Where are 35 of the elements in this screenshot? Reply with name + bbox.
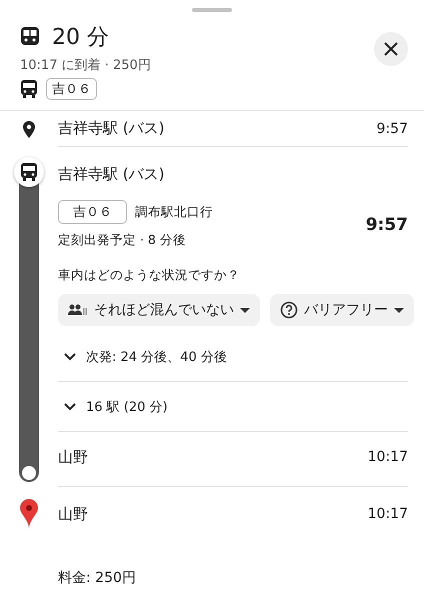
feedback-chip[interactable]: バリアフリー [270,294,414,326]
headsign: 調布駅北口行 [135,204,213,220]
stop-name: 吉祥寺駅 (バス) [58,165,166,184]
stop-time: 10:17 [368,506,408,522]
expand-toggle[interactable]: 16 駅 (20 分) [58,382,408,432]
route-badge: 吉０６ [58,200,127,224]
location-pin-icon [23,120,35,138]
map-pin-icon [20,499,38,529]
stop-time: 9:57 [376,120,408,136]
stop-dot [22,466,36,480]
chevron-icon [64,402,76,410]
trip-duration: 20 分 [52,24,109,52]
crowd-question: 車内はどのような状況ですか？ [58,267,241,284]
help-icon [280,301,298,319]
bus-icon [20,79,38,99]
stop-name: 山野 [58,504,88,524]
people-icon [68,304,88,316]
caret-icon [394,308,404,312]
stop-name: 吉祥寺駅 (バス) [58,119,164,138]
departure-time: 9:57 [366,214,408,234]
route-badge: 吉０６ [46,78,97,100]
close-button[interactable] [374,32,408,66]
stop-time: 10:17 [368,449,408,465]
expand-toggle[interactable]: 次発: 24 分後、40 分後 [58,332,408,382]
drag-handle[interactable] [192,8,232,12]
stop-name: 山野 [58,448,88,466]
train-icon [20,26,40,48]
trip-summary: 10:17 に到着 · 250円 [20,57,151,74]
feedback-chip[interactable]: それほど混んでいない [58,294,260,326]
fare-text: 料金: 250円 [58,569,137,587]
caret-icon [240,308,250,312]
close-icon [384,42,398,56]
bus-icon [20,162,38,182]
departure-status: 定刻出発予定 · 8 分後 [58,232,187,249]
chevron-icon [64,352,76,360]
